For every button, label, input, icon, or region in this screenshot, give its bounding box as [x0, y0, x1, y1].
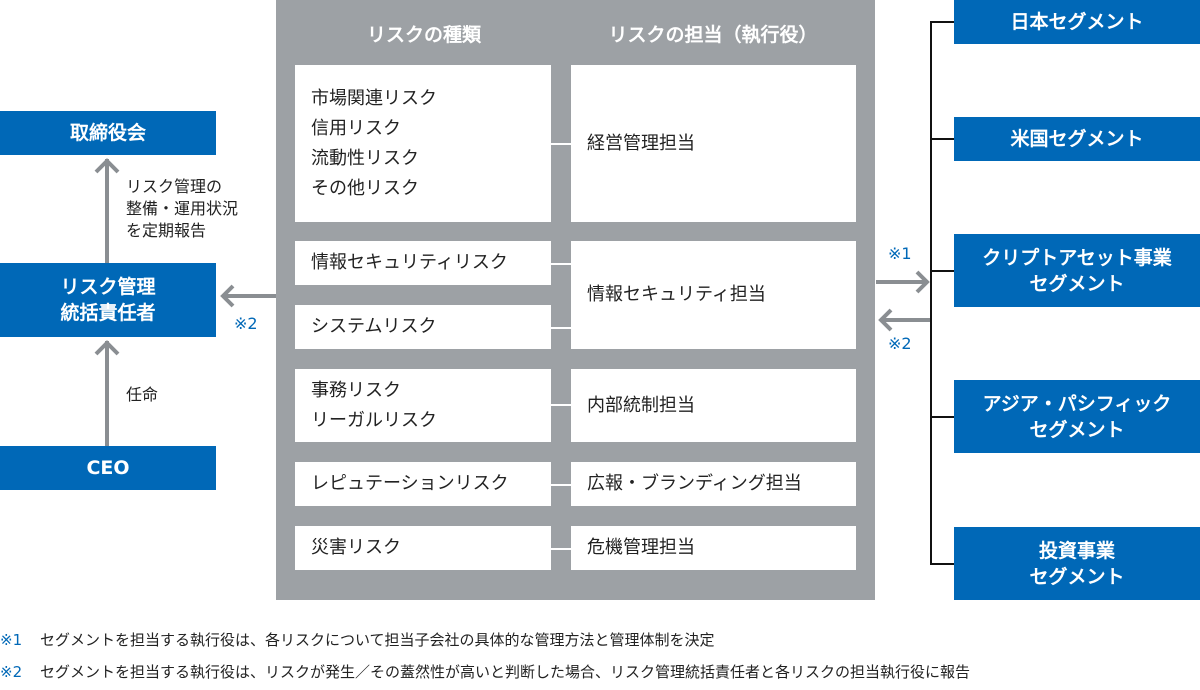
risk-management-officer-box: リスク管理 統括責任者	[0, 263, 216, 337]
tree-branch	[930, 270, 954, 272]
connector	[551, 548, 571, 550]
report-arrow-icon	[94, 158, 120, 265]
risk-item: 流動性リスク	[311, 147, 419, 169]
owner-cell-pr: 広報・ブランディング担当	[571, 462, 856, 506]
directive-arrow-right-icon	[876, 270, 930, 294]
owner-label: 危機管理担当	[587, 537, 695, 558]
connector	[551, 327, 571, 329]
risk-cell-infosec: 情報セキュリティリスク	[295, 241, 551, 285]
footnote-2: ※2 セグメントを担当する執行役は、リスクが発生／その蓋然性が高いと判断した場合、…	[0, 662, 970, 682]
header-risk-types: リスクの種類	[366, 24, 481, 46]
footnote-text: セグメントを担当する執行役は、リスクが発生／その蓋然性が高いと判断した場合、リス…	[40, 663, 971, 681]
segment-label: セグメント	[1029, 272, 1125, 295]
risk-item: 事務リスク	[311, 379, 401, 401]
segment-investment: 投資事業 セグメント	[954, 527, 1200, 600]
risk-item: リーガルリスク	[311, 409, 437, 431]
mark-1-right: ※1	[888, 244, 912, 263]
ceo-label: CEO	[86, 457, 130, 479]
risk-cell-market: 市場関連リスク 信用リスク 流動性リスク その他リスク	[295, 65, 551, 222]
owner-cell-infosec: 情報セキュリティ担当	[571, 241, 856, 349]
owner-label: 情報セキュリティ担当	[587, 284, 766, 305]
mark-2-left: ※2	[234, 314, 258, 333]
risk-cell-reputation: レピュテーションリスク	[295, 462, 551, 506]
risk-item: 信用リスク	[311, 117, 401, 139]
tree-branch	[930, 21, 954, 23]
risk-cell-operational: 事務リスク リーガルリスク	[295, 369, 551, 442]
risk-item: レピュテーションリスク	[311, 473, 509, 494]
segment-asia-pacific: アジア・パシフィック セグメント	[954, 380, 1200, 453]
owner-label: 広報・ブランディング担当	[587, 473, 802, 494]
report-label: リスク管理の 整備・運用状況 を定期報告	[126, 177, 239, 240]
report-arrow-left-icon	[878, 308, 932, 332]
risk-cell-disaster: 災害リスク	[295, 526, 551, 570]
segment-label: 投資事業	[1038, 539, 1115, 562]
header-risk-owner: リスクの担当（執行役）	[608, 24, 818, 46]
footnote-text: セグメントを担当する執行役は、各リスクについて担当子会社の具体的な管理方法と管理…	[40, 631, 715, 649]
owner-cell-internal-control: 内部統制担当	[571, 369, 856, 442]
tree-branch	[930, 563, 954, 565]
appoint-arrow-icon	[94, 340, 120, 447]
ceo-box: CEO	[0, 446, 216, 490]
risk-item: システムリスク	[311, 316, 437, 337]
risk-cell-system: システムリスク	[295, 305, 551, 349]
escalation-arrow-left-icon	[220, 284, 278, 308]
segment-label: セグメント	[1029, 565, 1125, 588]
owner-cell-management: 経営管理担当	[571, 65, 856, 222]
segment-crypto: クリプトアセット事業 セグメント	[954, 234, 1200, 307]
segment-label: アジア・パシフィック	[982, 392, 1172, 415]
connector	[551, 143, 571, 145]
tree-branch	[930, 138, 954, 140]
board-label: 取締役会	[69, 122, 146, 144]
owner-cell-crisis: 危機管理担当	[571, 526, 856, 570]
mark-2-right: ※2	[888, 334, 912, 353]
connector	[551, 484, 571, 486]
segment-label: 日本セグメント	[1010, 11, 1144, 33]
tree-branch	[930, 416, 954, 418]
appoint-label: 任命	[126, 385, 159, 404]
footnote-1: ※1 セグメントを担当する執行役は、各リスクについて担当子会社の具体的な管理方法と…	[0, 630, 715, 650]
risk-panel: リスクの種類 リスクの担当（執行役） 市場関連リスク 信用リスク 流動性リスク …	[276, 0, 875, 600]
segment-japan: 日本セグメント	[954, 0, 1200, 44]
board-of-directors-box: 取締役会	[0, 111, 216, 155]
connector	[551, 404, 571, 406]
footnote-mark: ※2	[0, 663, 23, 681]
risk-item: その他リスク	[311, 177, 419, 199]
segment-label: 米国セグメント	[1010, 128, 1144, 150]
segment-us: 米国セグメント	[954, 117, 1200, 161]
segment-label: セグメント	[1029, 418, 1125, 441]
connector	[551, 263, 571, 265]
risk-item: 災害リスク	[311, 537, 401, 558]
owner-label: 経営管理担当	[587, 132, 695, 154]
officer-label-line1: リスク管理	[60, 276, 156, 298]
risk-item: 市場関連リスク	[311, 87, 437, 109]
owner-label: 内部統制担当	[587, 394, 695, 416]
footnote-mark: ※1	[0, 631, 23, 649]
risk-item: 情報セキュリティリスク	[311, 252, 508, 273]
officer-label-line2: 統括責任者	[60, 302, 156, 324]
segment-label: クリプトアセット事業	[982, 246, 1172, 269]
tree-trunk	[930, 21, 932, 565]
